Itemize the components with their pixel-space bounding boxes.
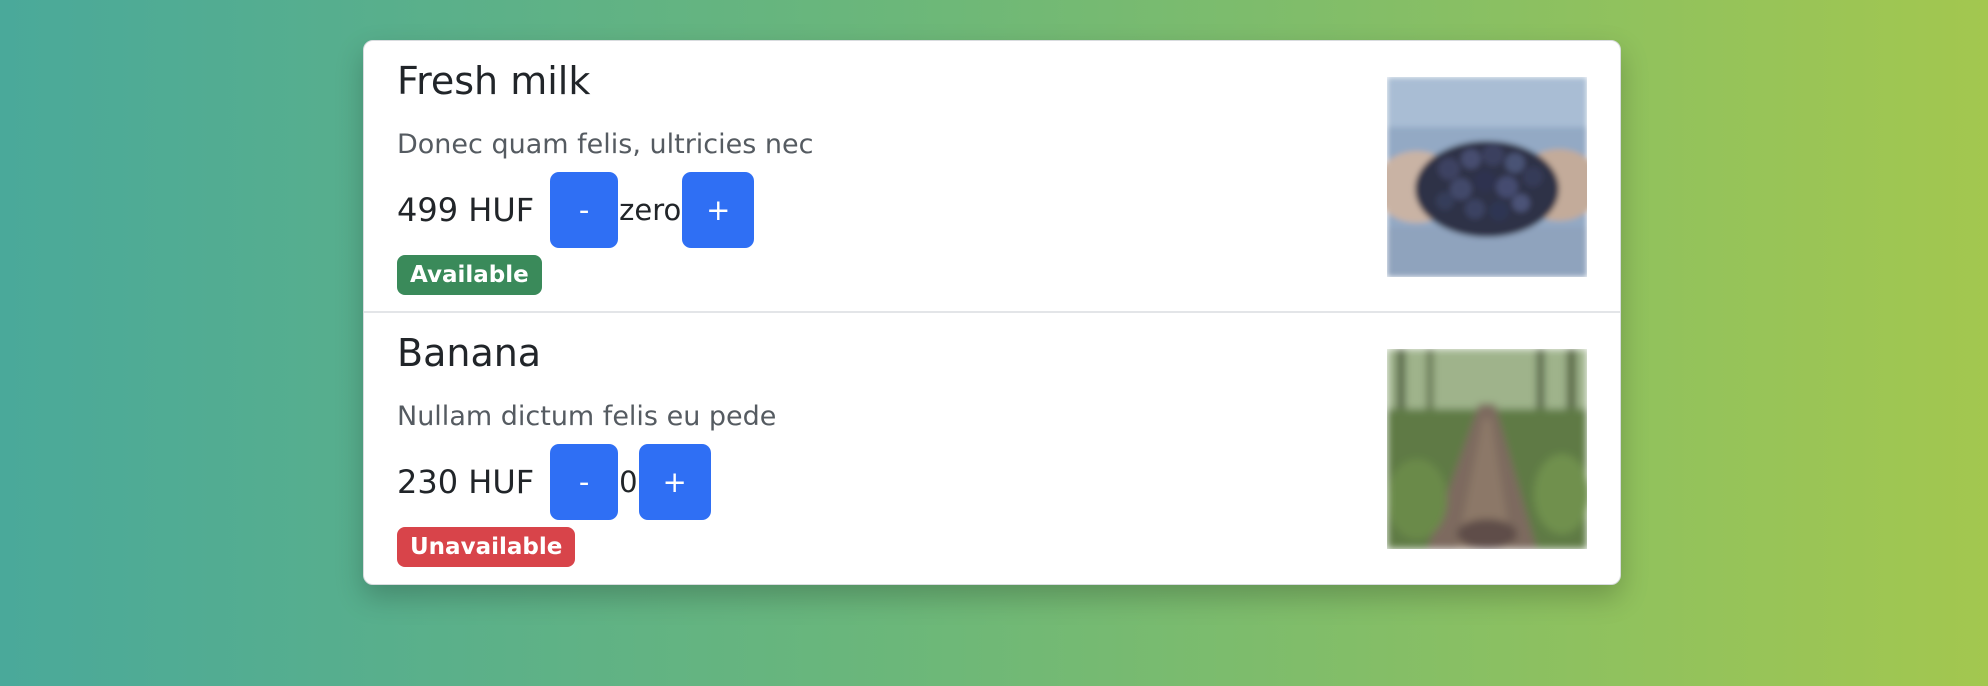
increase-quantity-button[interactable]: + [638, 444, 711, 520]
quantity-value: zero [619, 193, 682, 227]
decrease-quantity-button[interactable]: - [550, 444, 619, 520]
product-card: Fresh milk Donec quam felis, ultricies n… [363, 40, 1621, 585]
product-description: Donec quam felis, ultricies nec [397, 129, 814, 160]
product-item-fresh-milk: Fresh milk Donec quam felis, ultricies n… [364, 41, 1620, 313]
increase-quantity-button[interactable]: + [682, 172, 755, 248]
product-price: 230 HUF [397, 463, 535, 501]
status-badge: Available [397, 255, 542, 295]
product-item-banana: Banana Nullam dictum felis eu pede 230 H… [364, 313, 1620, 584]
product-image [1387, 77, 1587, 277]
product-image [1387, 349, 1587, 549]
berries-in-hands-image [1387, 77, 1587, 277]
decrease-quantity-button[interactable]: - [550, 172, 619, 248]
price-quantity-row: 499 HUF - zero + [397, 172, 755, 248]
product-name: Fresh milk [397, 59, 591, 103]
forest-path-image [1387, 349, 1587, 549]
status-badge: Unavailable [397, 527, 576, 567]
product-name: Banana [397, 331, 542, 375]
price-quantity-row: 230 HUF - 0 + [397, 444, 711, 520]
product-description: Nullam dictum felis eu pede [397, 401, 777, 432]
product-price: 499 HUF [397, 191, 535, 229]
quantity-value: 0 [619, 465, 638, 499]
